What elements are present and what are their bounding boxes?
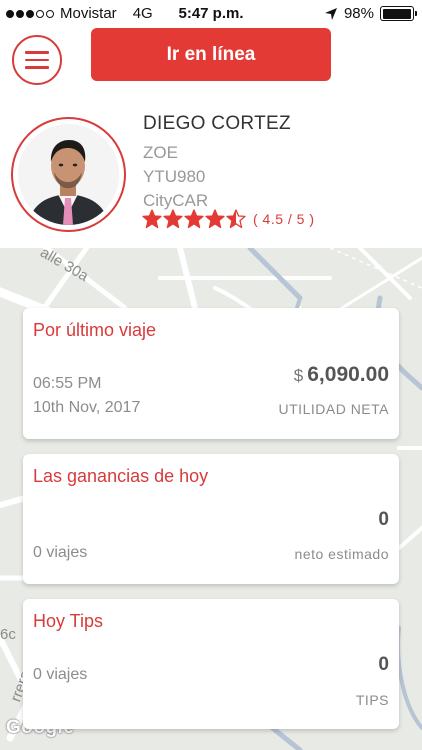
- vehicle-plate: YTU980: [143, 167, 206, 186]
- card-title: Las ganancias de hoy: [33, 466, 209, 486]
- star-icon: [142, 209, 162, 229]
- tips-label: TIPS: [355, 692, 389, 708]
- currency-symbol: $: [293, 366, 304, 385]
- star-icon: [184, 209, 204, 229]
- driver-rating: ( 4.5 / 5 ): [142, 209, 315, 229]
- today-earnings-card[interactable]: Las ganancias de hoy 0 0 viajes neto est…: [23, 454, 399, 584]
- driver-name: DIEGO CORTEZ: [143, 113, 291, 134]
- status-bar: Movistar 4G 5:47 p.m. 98%: [0, 0, 422, 28]
- menu-button[interactable]: [12, 35, 62, 85]
- status-right: 98%: [324, 5, 417, 22]
- trip-amount: $6,090.00: [294, 363, 389, 387]
- driver-photo: [18, 124, 119, 225]
- trip-count: 0 viajes: [33, 666, 88, 683]
- rating-text: ( 4.5 / 5 ): [253, 211, 315, 227]
- vehicle-model: ZOE: [143, 143, 178, 162]
- map-street-label: 6c: [0, 626, 16, 643]
- trip-time: 06:55 PM: [33, 375, 102, 392]
- card-title: Por último viaje: [33, 320, 157, 340]
- earnings-label: neto estimado: [294, 546, 389, 562]
- avatar[interactable]: [11, 117, 126, 232]
- trip-date: 10th Nov, 2017: [33, 399, 141, 416]
- driver-profile: DIEGO CORTEZ ZOE YTU980 CityCAR ( 4.5 / …: [0, 98, 422, 248]
- battery-icon: [380, 6, 417, 21]
- go-online-button[interactable]: Ir en línea: [91, 28, 331, 81]
- last-trip-card[interactable]: Por último viaje 06:55 PM 10th Nov, 2017…: [23, 308, 399, 439]
- star-icon: [205, 209, 225, 229]
- rating-stars: [142, 209, 247, 229]
- amount-label: UTILIDAD NETA: [278, 401, 389, 417]
- location-arrow-icon: [324, 7, 337, 20]
- star-icon: [163, 209, 183, 229]
- card-title: Hoy Tips: [33, 611, 104, 631]
- today-tips-card[interactable]: Hoy Tips 0 0 viajes TIPS: [23, 599, 399, 729]
- trip-count: 0 viajes: [33, 544, 88, 561]
- hamburger-menu-icon: [25, 51, 49, 54]
- app-header: Ir en línea: [0, 28, 422, 98]
- earnings-value: 0: [378, 509, 389, 530]
- amount-value: 6,090.00: [307, 363, 389, 386]
- service-name: CityCAR: [143, 191, 209, 210]
- battery-percent: 98%: [343, 5, 374, 22]
- star-icon: [226, 209, 246, 229]
- tips-value: 0: [378, 654, 389, 675]
- battery-fill: [382, 8, 411, 19]
